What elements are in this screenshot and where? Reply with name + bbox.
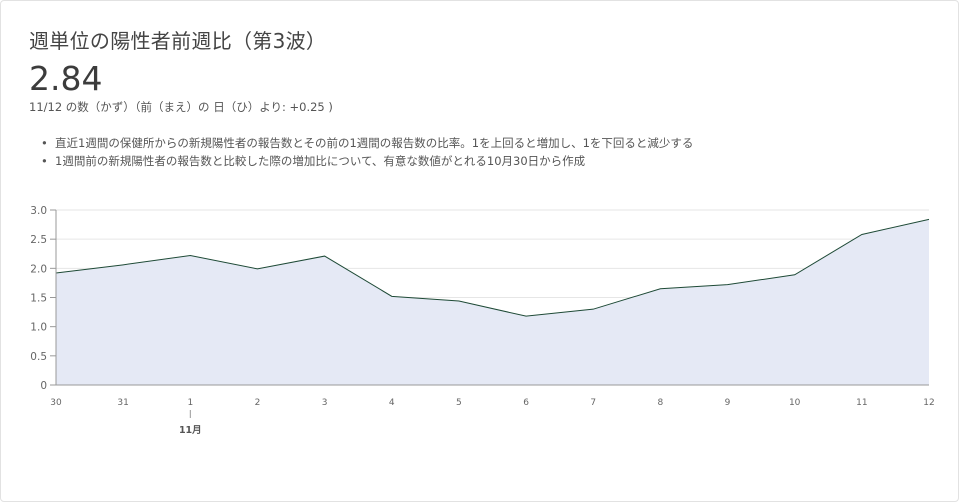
- data-point: [457, 300, 460, 303]
- x-tick-label: 5: [456, 398, 462, 408]
- x-tick-label: 7: [590, 398, 596, 408]
- x-tick-label: 30: [50, 398, 62, 408]
- y-tick-label: 3.0: [30, 205, 47, 217]
- y-tick-label: 1.5: [30, 293, 47, 305]
- x-tick-label: 11: [856, 398, 867, 408]
- x-tick-label: 3: [322, 398, 328, 408]
- area-chart: 00.51.01.52.02.53.030 31 1 2 3 4 5 6 7 8 9 10 11 1211…: [30, 205, 934, 436]
- y-tick-label: 0.5: [30, 351, 47, 363]
- x-tick-label: 1: [187, 398, 193, 408]
- y-tick-label: 1.0: [30, 322, 47, 334]
- x-tick-label: 12: [923, 398, 934, 408]
- x-tick-label: 4: [389, 398, 395, 408]
- data-point: [122, 263, 125, 266]
- data-point: [860, 233, 863, 236]
- x-tick-label: 9: [725, 398, 731, 408]
- data-point: [726, 283, 729, 286]
- data-point: [256, 267, 259, 270]
- data-point: [323, 255, 326, 258]
- data-point: [592, 308, 595, 311]
- value-change-note: 11/12 の数（かず）（前（まえ）の 日（ひ）より: +0.25 ): [29, 100, 333, 114]
- data-point: [659, 287, 662, 290]
- note-item: 1週間前の新規陽性者の報告数と比較した際の増加比について、有意な数値がとれる10…: [41, 152, 693, 170]
- card-title: 週単位の陽性者前週比（第3波）: [29, 29, 327, 53]
- area-fill: [56, 219, 929, 385]
- data-point: [390, 295, 393, 298]
- x-tick-label: 8: [658, 398, 664, 408]
- y-tick-label: 0: [40, 380, 47, 392]
- x-tick-label: 6: [523, 398, 529, 408]
- notes-list: 直近1週間の保健所からの新規陽性者の報告数とその前の1週間の報告数の比率。1を上…: [41, 134, 693, 170]
- chart-card: 週単位の陽性者前週比（第3波） 2.84 11/12 の数（かず）（前（まえ）の…: [0, 0, 959, 502]
- x-tick-label: 31: [117, 398, 128, 408]
- latest-value: 2.84: [29, 59, 103, 98]
- data-point: [793, 273, 796, 276]
- data-point: [525, 315, 528, 318]
- data-point: [189, 254, 192, 257]
- data-point: [928, 218, 931, 221]
- x-tick-label: 10: [789, 398, 801, 408]
- x-tick-label: 2: [255, 398, 261, 408]
- y-tick-label: 2.0: [30, 263, 47, 275]
- month-label: 11月: [179, 425, 202, 436]
- y-tick-label: 2.5: [30, 234, 47, 246]
- note-item: 直近1週間の保健所からの新規陽性者の報告数とその前の1週間の報告数の比率。1を上…: [41, 134, 693, 152]
